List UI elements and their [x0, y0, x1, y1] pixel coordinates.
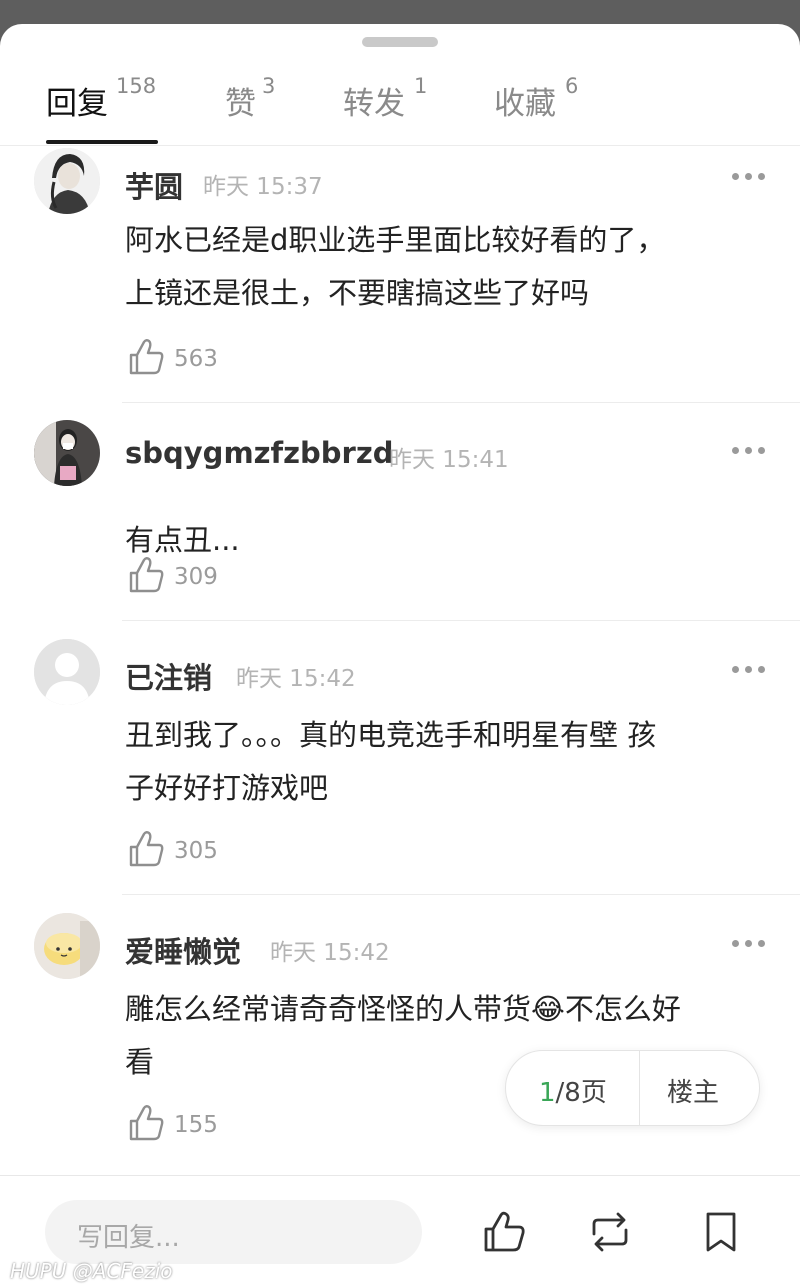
- like-count: 155: [174, 1112, 218, 1138]
- tab-replies-count: 158: [116, 74, 157, 98]
- avatar[interactable]: [34, 639, 100, 705]
- bookmark-button[interactable]: [699, 1210, 743, 1254]
- thumbs-up-icon: [129, 831, 164, 867]
- drag-handle[interactable]: [362, 37, 438, 47]
- like-count: 563: [174, 346, 218, 372]
- reply-placeholder: 写回复...: [77, 1223, 180, 1253]
- comment-divider: [122, 402, 800, 403]
- reply-input[interactable]: 写回复...: [45, 1200, 422, 1264]
- tabs-divider: [0, 145, 800, 146]
- repost-icon: [592, 1212, 628, 1252]
- tab-reposts-count: 1: [414, 74, 428, 98]
- op-only-button[interactable]: 楼主: [667, 1072, 719, 1109]
- comment-text-line: 雕怎么经常请奇奇怪怪的人带货😂不怎么好: [125, 992, 681, 1026]
- tab-likes[interactable]: 赞 3: [225, 74, 285, 146]
- tab-favorites-count: 6: [565, 74, 579, 98]
- comment-divider: [122, 894, 800, 895]
- tab-active-indicator: [46, 140, 158, 144]
- bookmark-icon: [706, 1212, 736, 1252]
- comment-text-line: 丑到我了。。。真的电竞选手和明星有壁 孩: [125, 718, 657, 752]
- comment-text: 阿水已经是d职业选手里面比较好看的了， 上镜还是很土，不要瞎搞这些了好吗: [125, 214, 775, 320]
- more-options-icon[interactable]: [732, 663, 766, 675]
- avatar[interactable]: [34, 913, 100, 979]
- thumbs-up-icon: [484, 1211, 525, 1252]
- tab-reposts[interactable]: 转发 1: [343, 74, 433, 146]
- comment-text-line: 上镜还是很土，不要瞎搞这些了好吗: [125, 276, 590, 310]
- tab-likes-label: 赞: [225, 86, 256, 122]
- timestamp: 昨天 15:41: [389, 447, 509, 473]
- username[interactable]: 已注销: [125, 655, 212, 697]
- comment-divider: [122, 620, 800, 621]
- like-post-button[interactable]: [482, 1210, 526, 1254]
- more-options-icon[interactable]: [732, 937, 766, 949]
- comment-text-line: 子好好打游戏吧: [125, 771, 329, 805]
- watermark: HUPU @ACFezio: [10, 1259, 173, 1283]
- tab-reposts-label: 转发: [343, 86, 405, 122]
- tab-bar: 回复 158 赞 3 转发 1 收藏 6: [0, 74, 800, 146]
- comment-text: 丑到我了。。。真的电竞选手和明星有壁 孩 子好好打游戏吧: [125, 709, 775, 815]
- thumbs-up-icon: [129, 339, 164, 375]
- current-page: 1: [539, 1078, 556, 1108]
- page-navigator: 1/8页 楼主: [505, 1050, 760, 1126]
- pager-divider: [639, 1051, 640, 1125]
- tab-favorites-label: 收藏: [494, 86, 556, 122]
- thumbs-up-icon: [129, 1105, 164, 1141]
- total-pages: /8页: [555, 1078, 607, 1108]
- username[interactable]: 芋圆: [125, 164, 183, 206]
- thumbs-up-icon: [129, 557, 164, 593]
- like-count: 305: [174, 838, 218, 864]
- timestamp: 昨天 15:37: [203, 174, 323, 200]
- tab-likes-count: 3: [262, 74, 276, 98]
- timestamp: 昨天 15:42: [270, 940, 390, 966]
- tab-replies[interactable]: 回复 158: [46, 74, 166, 146]
- avatar[interactable]: [34, 420, 100, 486]
- avatar[interactable]: [34, 148, 100, 214]
- comment-text-line: 阿水已经是d职业选手里面比较好看的了，: [125, 223, 666, 257]
- repost-button[interactable]: [588, 1210, 632, 1254]
- comment-text: 有点丑...: [125, 514, 775, 567]
- username[interactable]: 爱睡懒觉: [125, 929, 241, 971]
- like-count: 309: [174, 564, 218, 590]
- more-options-icon[interactable]: [732, 170, 766, 182]
- timestamp: 昨天 15:42: [236, 666, 356, 692]
- more-options-icon[interactable]: [732, 444, 766, 456]
- page-indicator[interactable]: 1/8页: [539, 1072, 607, 1109]
- username[interactable]: sbqygmzfzbbrzd: [125, 436, 394, 470]
- tab-replies-label: 回复: [46, 86, 108, 122]
- comment-text-line: 有点丑...: [125, 523, 240, 557]
- reply-sheet: 回复 158 赞 3 转发 1 收藏 6 芋圆 昨天 15:37 阿水已经是d职…: [0, 24, 800, 1287]
- tab-favorites[interactable]: 收藏 6: [494, 74, 584, 146]
